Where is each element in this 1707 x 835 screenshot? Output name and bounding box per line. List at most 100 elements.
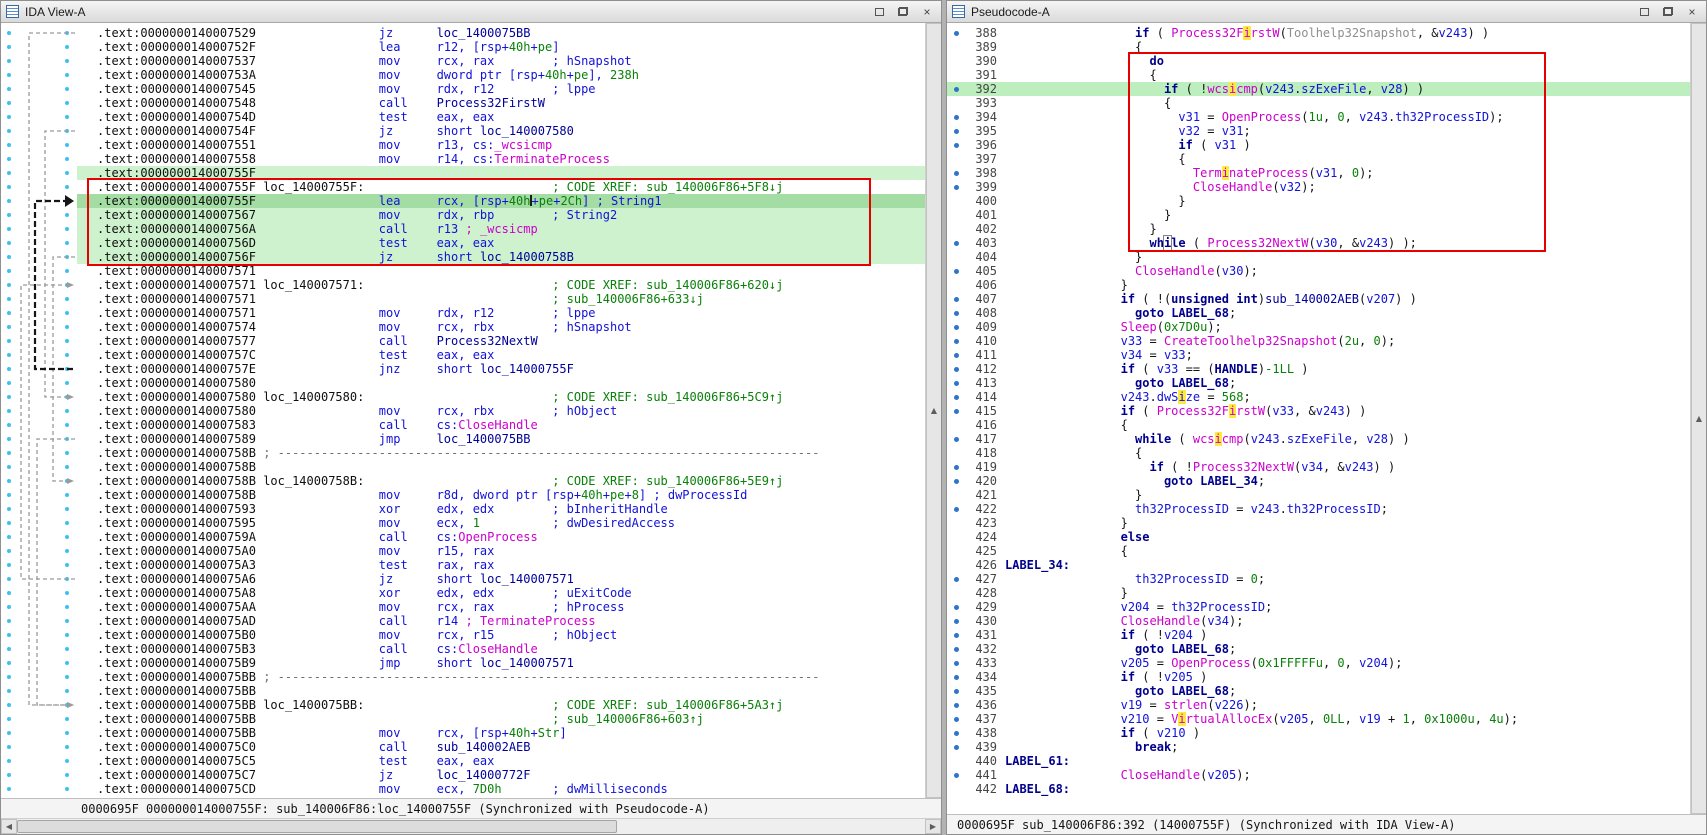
pseudocode-line[interactable]: 418 { xyxy=(947,446,1690,460)
asm-line[interactable]: .text:000000014000756A call r13 ; _wcsic… xyxy=(77,222,925,236)
asm-line[interactable]: .text:00000001400075AD call r14 ; Termin… xyxy=(77,614,925,628)
pseudocode-line[interactable]: 401 } xyxy=(947,208,1690,222)
pseudocode-line[interactable]: 404 } xyxy=(947,250,1690,264)
pseudocode-line[interactable]: 432 goto LABEL_68; xyxy=(947,642,1690,656)
pseudocode-line[interactable]: 391 { xyxy=(947,68,1690,82)
pseudocode-line[interactable]: 410 v33 = CreateToolhelp32Snapshot(2u, 0… xyxy=(947,334,1690,348)
close-button[interactable]: × xyxy=(918,4,936,20)
pseudocode-line[interactable]: 389 { xyxy=(947,40,1690,54)
asm-line[interactable]: .text:000000014000754F jz short loc_1400… xyxy=(77,124,925,138)
pseudocode-line[interactable]: 428 } xyxy=(947,586,1690,600)
asm-line[interactable]: .text:0000000140007567 mov rdx, rbp ; St… xyxy=(77,208,925,222)
pseudocode-line[interactable]: 436 v19 = strlen(v226); xyxy=(947,698,1690,712)
pseudocode-line[interactable]: 395 v32 = v31; xyxy=(947,124,1690,138)
disassembly-vertical-scrollbar[interactable]: ▲ ▼ xyxy=(925,23,941,798)
scroll-up-button[interactable]: ▲ xyxy=(1691,23,1706,814)
asm-line[interactable]: .text:000000014000758B ; ---------------… xyxy=(77,446,925,460)
pseudocode-line[interactable]: 422 th32ProcessID = v243.th32ProcessID; xyxy=(947,502,1690,516)
asm-line[interactable]: .text:0000000140007580 xyxy=(77,376,925,390)
pseudocode-line[interactable]: 399 CloseHandle(v32); xyxy=(947,180,1690,194)
pseudocode-listing[interactable]: 388 if ( Process32FirstW(Toolhelp32Snaps… xyxy=(947,23,1690,814)
asm-line[interactable]: .text:000000014000759A call cs:OpenProce… xyxy=(77,530,925,544)
asm-line[interactable]: .text:00000001400075CD mov ecx, 7D0h ; d… xyxy=(77,782,925,796)
pseudocode-line[interactable]: 392 if ( !wcsicmp(v243.szExeFile, v28) ) xyxy=(947,82,1690,96)
pseudocode-line[interactable]: 423 } xyxy=(947,516,1690,530)
asm-line[interactable]: .text:000000014000755F loc_14000755F: ; … xyxy=(77,180,925,194)
pseudocode-line[interactable]: 388 if ( Process32FirstW(Toolhelp32Snaps… xyxy=(947,26,1690,40)
pseudocode-line[interactable]: 434 if ( !v205 ) xyxy=(947,670,1690,684)
pseudocode-line[interactable]: 435 goto LABEL_68; xyxy=(947,684,1690,698)
asm-line[interactable]: .text:00000001400075C5 test eax, eax xyxy=(77,754,925,768)
asm-line[interactable]: .text:00000001400075B3 call cs:CloseHand… xyxy=(77,642,925,656)
asm-line[interactable]: .text:00000001400075AA mov rcx, rax ; hP… xyxy=(77,600,925,614)
hscroll-thumb[interactable] xyxy=(17,820,617,833)
pseudocode-line[interactable]: 440 LABEL_61: xyxy=(947,754,1690,768)
pseudocode-line[interactable]: 439 break; xyxy=(947,740,1690,754)
pseudocode-line[interactable]: 437 v210 = VirtualAllocEx(v205, 0LL, v19… xyxy=(947,712,1690,726)
asm-line[interactable]: .text:00000001400075C0 call sub_140002AE… xyxy=(77,740,925,754)
asm-line[interactable]: .text:0000000140007529 jz loc_1400075BB xyxy=(77,26,925,40)
asm-line[interactable]: .text:0000000140007571 loc_140007571: ; … xyxy=(77,278,925,292)
pseudocode-line[interactable]: 420 goto LABEL_34; xyxy=(947,474,1690,488)
scroll-up-button[interactable]: ▲ xyxy=(926,23,941,798)
asm-line[interactable]: .text:000000014000758B loc_14000758B: ; … xyxy=(77,474,925,488)
pseudocode-line[interactable]: 438 if ( v210 ) xyxy=(947,726,1690,740)
asm-line[interactable]: .text:000000014000755F lea rcx, [rsp+40h… xyxy=(77,194,925,208)
pseudocode-line[interactable]: 413 goto LABEL_68; xyxy=(947,376,1690,390)
pseudocode-line[interactable]: 433 v205 = OpenProcess(0x1FFFFFu, 0, v20… xyxy=(947,656,1690,670)
pseudocode-line[interactable]: 416 { xyxy=(947,418,1690,432)
asm-line[interactable]: .text:0000000140007580 loc_140007580: ; … xyxy=(77,390,925,404)
pseudocode-line[interactable]: 397 { xyxy=(947,152,1690,166)
asm-line[interactable]: .text:000000014000757E jnz short loc_140… xyxy=(77,362,925,376)
maximize-button[interactable] xyxy=(1635,4,1653,20)
asm-line[interactable]: .text:00000001400075C7 jz loc_14000772F xyxy=(77,768,925,782)
asm-line[interactable]: .text:00000001400075BB mov rcx, [rsp+40h… xyxy=(77,726,925,740)
asm-line[interactable]: .text:00000001400075B9 jmp short loc_140… xyxy=(77,656,925,670)
asm-line[interactable]: .text:0000000140007595 mov ecx, 1 ; dwDe… xyxy=(77,516,925,530)
asm-line[interactable]: .text:00000001400075BB loc_1400075BB: ; … xyxy=(77,698,925,712)
pseudocode-vertical-scrollbar[interactable]: ▲ ▼ xyxy=(1690,23,1706,814)
pseudocode-line[interactable]: 412 if ( v33 == (HANDLE)-1LL ) xyxy=(947,362,1690,376)
pseudocode-line[interactable]: 407 if ( !(unsigned int)sub_140002AEB(v2… xyxy=(947,292,1690,306)
asm-line[interactable]: .text:0000000140007537 mov rcx, rax ; hS… xyxy=(77,54,925,68)
asm-line[interactable]: .text:00000001400075A0 mov r15, rax xyxy=(77,544,925,558)
pseudocode-line[interactable]: 406 } xyxy=(947,278,1690,292)
asm-line[interactable]: .text:000000014000756F jz short loc_1400… xyxy=(77,250,925,264)
pseudocode-line[interactable]: 409 Sleep(0x7D0u); xyxy=(947,320,1690,334)
pseudocode-line[interactable]: 394 v31 = OpenProcess(1u, 0, v243.th32Pr… xyxy=(947,110,1690,124)
float-button[interactable] xyxy=(894,4,912,20)
asm-line[interactable]: .text:000000014000757C test eax, eax xyxy=(77,348,925,362)
asm-line[interactable]: .text:0000000140007593 xor edx, edx ; bI… xyxy=(77,502,925,516)
asm-line[interactable]: .text:0000000140007574 mov rcx, rbx ; hS… xyxy=(77,320,925,334)
asm-line[interactable]: .text:0000000140007571 mov rdx, r12 ; lp… xyxy=(77,306,925,320)
asm-line[interactable]: .text:0000000140007583 call cs:CloseHand… xyxy=(77,418,925,432)
asm-line[interactable]: .text:00000001400075A3 test rax, rax xyxy=(77,558,925,572)
asm-line[interactable]: .text:000000014000752F lea r12, [rsp+40h… xyxy=(77,40,925,54)
pseudocode-line[interactable]: 441 CloseHandle(v205); xyxy=(947,768,1690,782)
pseudocode-line[interactable]: 424 else xyxy=(947,530,1690,544)
pseudocode-line[interactable]: 393 { xyxy=(947,96,1690,110)
asm-line[interactable]: .text:00000001400075B0 mov rcx, r15 ; hO… xyxy=(77,628,925,642)
pseudocode-line[interactable]: 411 v34 = v33; xyxy=(947,348,1690,362)
asm-line[interactable]: .text:000000014000756D test eax, eax xyxy=(77,236,925,250)
pseudocode-line[interactable]: 431 if ( !v204 ) xyxy=(947,628,1690,642)
asm-line[interactable]: .text:000000014000758B xyxy=(77,460,925,474)
maximize-button[interactable] xyxy=(870,4,888,20)
asm-line[interactable]: .text:0000000140007571 ; sub_140006F86+6… xyxy=(77,292,925,306)
asm-line[interactable]: .text:0000000140007571 xyxy=(77,264,925,278)
pseudocode-line[interactable]: 400 } xyxy=(947,194,1690,208)
asm-line[interactable]: .text:000000014000758B mov r8d, dword pt… xyxy=(77,488,925,502)
pseudocode-line[interactable]: 408 goto LABEL_68; xyxy=(947,306,1690,320)
asm-line[interactable]: .text:0000000140007551 mov r13, cs:_wcsi… xyxy=(77,138,925,152)
asm-line[interactable]: .text:0000000140007548 call Process32Fir… xyxy=(77,96,925,110)
close-button[interactable]: × xyxy=(1683,4,1701,20)
asm-line[interactable]: .text:000000014000755F xyxy=(77,166,925,180)
pseudocode-line[interactable]: 403 while ( Process32NextW(v30, &v243) )… xyxy=(947,235,1690,251)
pseudocode-line[interactable]: 398 TerminateProcess(v31, 0); xyxy=(947,166,1690,180)
pseudocode-line[interactable]: 405 CloseHandle(v30); xyxy=(947,264,1690,278)
asm-line[interactable]: .text:00000001400075A6 jz short loc_1400… xyxy=(77,572,925,586)
asm-line[interactable]: .text:0000000140007589 jmp loc_1400075BB xyxy=(77,432,925,446)
asm-line[interactable]: .text:0000000140007545 mov rdx, r12 ; lp… xyxy=(77,82,925,96)
pseudocode-line[interactable]: 396 if ( v31 ) xyxy=(947,138,1690,152)
pseudocode-line[interactable]: 417 while ( wcsicmp(v243.szExeFile, v28)… xyxy=(947,432,1690,446)
